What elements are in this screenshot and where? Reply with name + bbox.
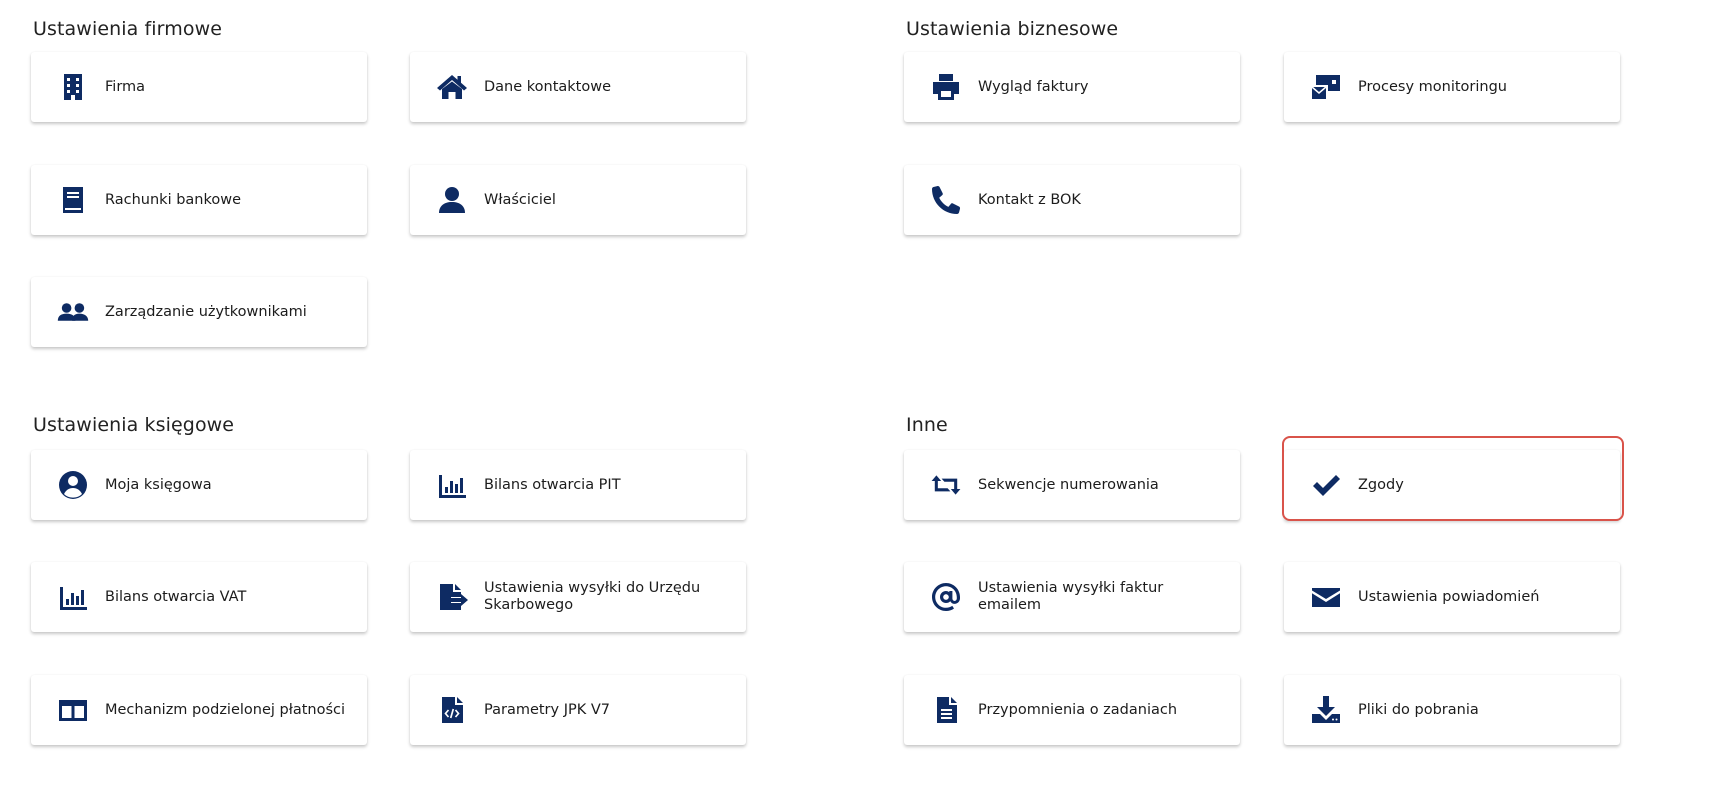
envelope-icon — [1308, 579, 1344, 615]
tile-label: Kontakt z BOK — [978, 191, 1081, 208]
tile-dane-kontaktowe[interactable]: Dane kontaktowe — [410, 52, 746, 122]
tile-label: Przypomnienia o zadaniach — [978, 701, 1178, 718]
tile-label: Sekwencje numerowania — [978, 476, 1159, 493]
tile-label: Pliki do pobrania — [1358, 701, 1479, 718]
tile-bilans-pit[interactable]: Bilans otwarcia PIT — [410, 450, 746, 520]
columns-icon — [55, 692, 91, 728]
tile-pliki[interactable]: Pliki do pobrania — [1284, 675, 1620, 745]
tile-jpk[interactable]: Parametry JPK V7 — [410, 675, 746, 745]
section-title-biznesowe: Ustawienia biznesowe — [906, 18, 1119, 40]
user-icon — [434, 182, 470, 218]
tile-sekwencje[interactable]: Sekwencje numerowania — [904, 450, 1240, 520]
user-circle-icon — [55, 467, 91, 503]
tile-label: Parametry JPK V7 — [484, 701, 610, 718]
download-icon — [1308, 692, 1344, 728]
file-export-icon — [434, 579, 470, 615]
tile-label: Bilans otwarcia PIT — [484, 476, 621, 493]
tile-wysylka-us[interactable]: Ustawienia wysyłki do Urzędu Skarbowego — [410, 562, 746, 632]
section-title-inne: Inne — [906, 414, 948, 436]
tile-firma[interactable]: Firma — [31, 52, 367, 122]
check-icon — [1308, 467, 1344, 503]
tile-zarzadzanie-uzytkownikami[interactable]: Zarządzanie użytkownikami — [31, 277, 367, 347]
tile-przypomnienia[interactable]: Przypomnienia o zadaniach — [904, 675, 1240, 745]
book-icon — [55, 182, 91, 218]
monitoring-icon — [1308, 69, 1344, 105]
tile-kontakt-bok[interactable]: Kontakt z BOK — [904, 165, 1240, 235]
tile-label: Firma — [105, 78, 146, 95]
bar-chart-icon — [434, 467, 470, 503]
tile-wlasciciel[interactable]: Właściciel — [410, 165, 746, 235]
tile-rachunki-bankowe[interactable]: Rachunki bankowe — [31, 165, 367, 235]
home-icon — [434, 69, 470, 105]
tile-zgody[interactable]: Zgody — [1284, 450, 1620, 520]
tile-label: Zarządzanie użytkownikami — [105, 303, 307, 320]
tile-label: Procesy monitoringu — [1358, 78, 1507, 95]
section-title-ksiegowe: Ustawienia księgowe — [33, 414, 235, 436]
tile-label: Mechanizm podzielonej płatności — [105, 701, 346, 718]
tile-label: Wygląd faktury — [978, 78, 1089, 95]
bar-chart-icon — [55, 579, 91, 615]
section-title-firmowe: Ustawienia firmowe — [33, 18, 223, 40]
tile-bilans-vat[interactable]: Bilans otwarcia VAT — [31, 562, 367, 632]
users-icon — [55, 294, 91, 330]
file-text-icon — [928, 692, 964, 728]
tile-powiadomienia[interactable]: Ustawienia powiadomień — [1284, 562, 1620, 632]
tile-label: Zgody — [1358, 476, 1404, 493]
tile-label: Ustawienia wysyłki faktur emailem — [978, 580, 1164, 613]
tile-label: Ustawienia wysyłki do Urzędu Skarbowego — [484, 580, 701, 613]
tile-label: Rachunki bankowe — [105, 191, 242, 208]
tile-wyglad-faktury[interactable]: Wygląd faktury — [904, 52, 1240, 122]
tile-label: Moja księgowa — [105, 476, 212, 493]
tile-label: Dane kontaktowe — [484, 78, 612, 95]
at-icon — [928, 579, 964, 615]
tile-mechanizm[interactable]: Mechanizm podzielonej płatności — [31, 675, 367, 745]
tile-label: Ustawienia powiadomień — [1358, 588, 1540, 605]
tile-label: Właściciel — [484, 191, 556, 208]
printer-icon — [928, 69, 964, 105]
tile-wysylka-email[interactable]: Ustawienia wysyłki faktur emailem — [904, 562, 1240, 632]
tile-label: Bilans otwarcia VAT — [105, 588, 247, 605]
retweet-icon — [928, 467, 964, 503]
building-icon — [55, 69, 91, 105]
file-code-icon — [434, 692, 470, 728]
tile-moja-ksiegowa[interactable]: Moja księgowa — [31, 450, 367, 520]
tile-procesy-monitoringu[interactable]: Procesy monitoringu — [1284, 52, 1620, 122]
phone-icon — [928, 182, 964, 218]
